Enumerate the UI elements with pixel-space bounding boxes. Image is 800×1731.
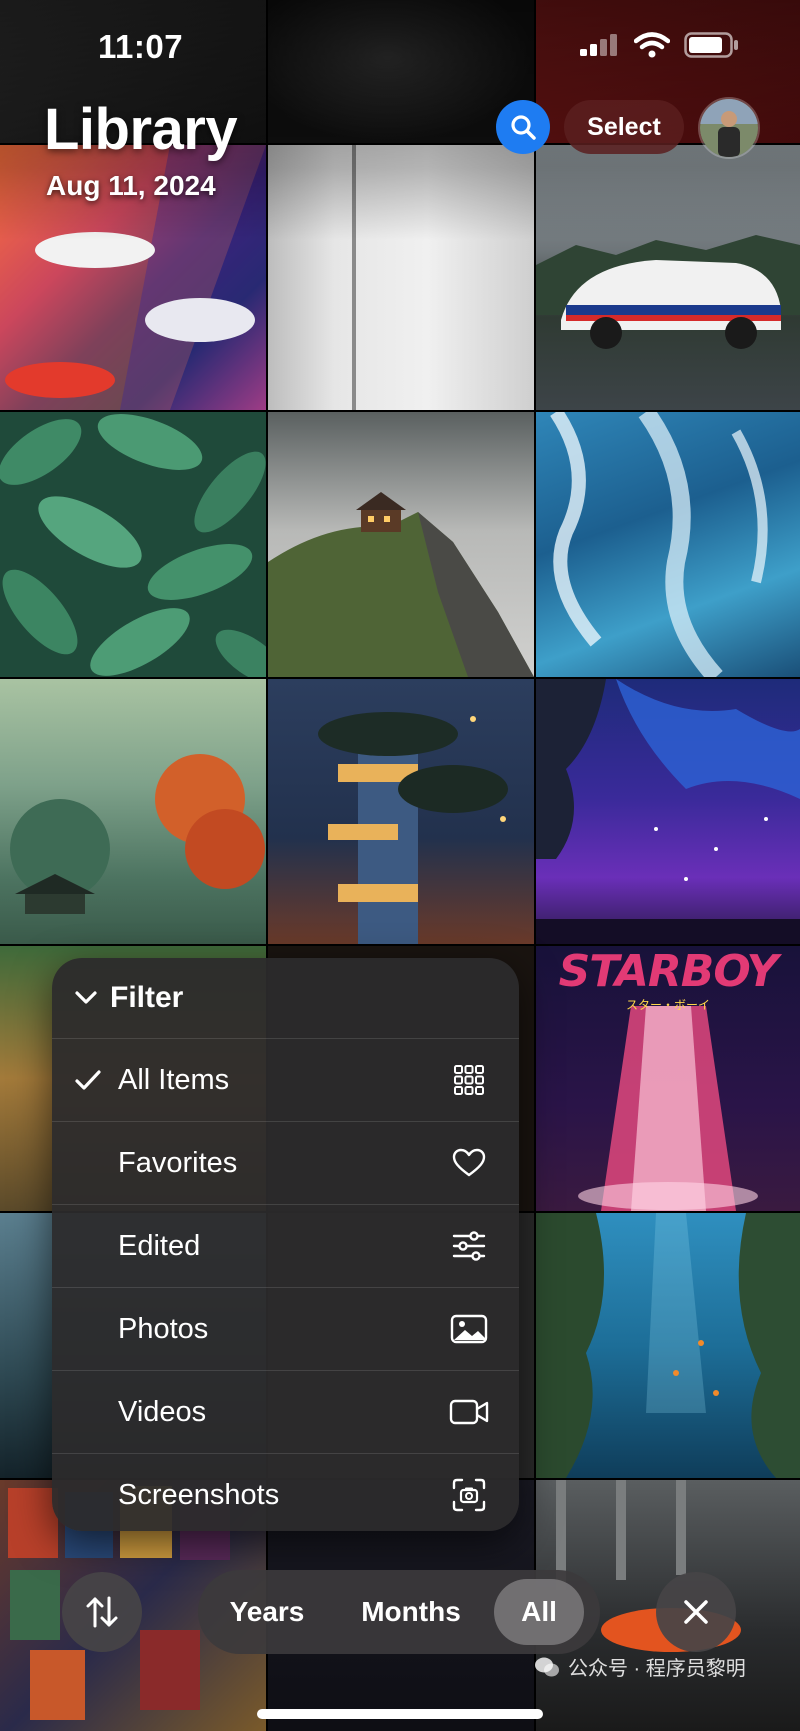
- watermark: 公众号 · 程序员黎明: [534, 1652, 746, 1681]
- filter-item-favorites[interactable]: Favorites: [52, 1122, 519, 1205]
- photo-mountain-house[interactable]: [268, 412, 534, 677]
- sort-button[interactable]: [62, 1572, 142, 1652]
- filter-menu-title: Filter: [110, 981, 184, 1014]
- grid-icon: [454, 1065, 484, 1095]
- filter-item-screenshots[interactable]: Screenshots: [52, 1454, 519, 1531]
- photo-tree-house[interactable]: [268, 679, 534, 944]
- cellular-signal-icon: [580, 34, 617, 56]
- watermark-text: 公众号 · 程序员黎明: [568, 1658, 746, 1680]
- photo-leaves[interactable]: [0, 412, 266, 677]
- page-title: Library: [44, 97, 238, 162]
- search-icon: [511, 115, 536, 140]
- close-icon: [684, 1600, 708, 1624]
- starboy-subtitle: スター・ボーイ: [625, 998, 710, 1012]
- photo-ocean-waves[interactable]: [536, 412, 800, 677]
- close-button[interactable]: [656, 1572, 736, 1652]
- photo-icon: [450, 1314, 488, 1344]
- status-icons: [580, 32, 740, 58]
- select-button[interactable]: Select: [564, 100, 684, 154]
- wifi-icon: [634, 32, 670, 58]
- segment-years[interactable]: Years: [198, 1596, 336, 1628]
- sliders-icon: [452, 1231, 486, 1261]
- segment-months[interactable]: Months: [336, 1596, 486, 1628]
- status-bar: 11:07: [0, 0, 800, 96]
- checkmark-icon: [75, 1070, 101, 1090]
- battery-icon: [684, 32, 738, 58]
- chevron-down-icon: [75, 991, 97, 1004]
- screenshot-icon: [452, 1478, 486, 1512]
- filter-menu: Filter All Items Favorites Edited Photos…: [52, 958, 519, 1531]
- filter-item-videos[interactable]: Videos: [52, 1371, 519, 1454]
- wechat-icon: [535, 1657, 559, 1676]
- photo-underwater[interactable]: [536, 1213, 800, 1478]
- search-button[interactable]: [496, 100, 550, 154]
- avatar[interactable]: [698, 97, 760, 159]
- sort-arrows-icon: [86, 1596, 118, 1628]
- date-range-segmented-control: Years Months All: [198, 1570, 600, 1654]
- filter-item-edited[interactable]: Edited: [52, 1205, 519, 1288]
- home-indicator[interactable]: [257, 1709, 543, 1719]
- segment-all[interactable]: All: [494, 1579, 584, 1645]
- starboy-title: STARBOY: [558, 946, 779, 997]
- video-icon: [449, 1399, 489, 1425]
- photo-night-sky[interactable]: [536, 679, 800, 944]
- heart-icon: [452, 1148, 486, 1177]
- filter-menu-header[interactable]: Filter: [52, 958, 519, 1039]
- section-date: Aug 11, 2024: [46, 170, 216, 201]
- photo-starboy-poster[interactable]: STARBOY スター・ボーイ: [536, 946, 800, 1211]
- filter-item-photos[interactable]: Photos: [52, 1288, 519, 1371]
- status-time: 11:07: [98, 28, 184, 65]
- photo-forest-painting[interactable]: [0, 679, 266, 944]
- filter-item-all-items[interactable]: All Items: [52, 1039, 519, 1122]
